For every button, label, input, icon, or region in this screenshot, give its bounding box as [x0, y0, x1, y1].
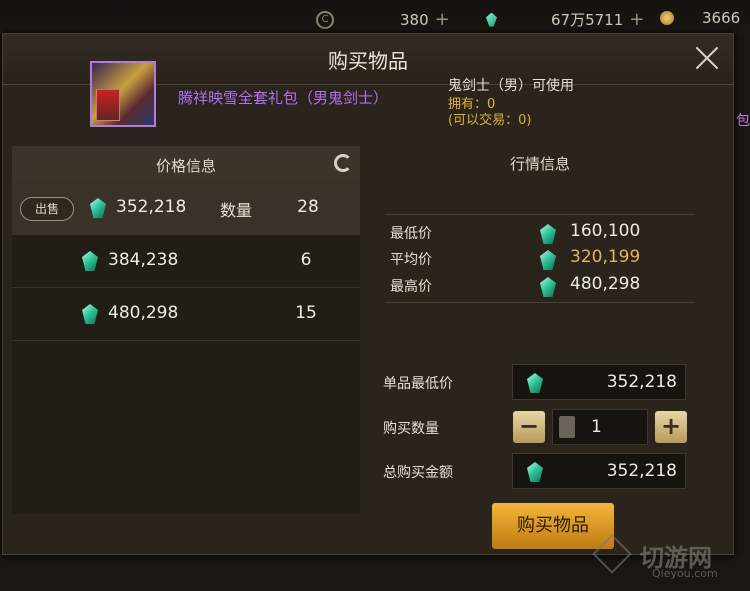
c-coin-icon: C — [316, 10, 334, 29]
buy-item-button[interactable]: 购买物品 — [492, 503, 614, 549]
listing-row[interactable]: 出售 352,218 数量 28 — [12, 182, 360, 235]
avg-price-label: 平均价 — [390, 252, 432, 268]
watermark-subtext: Qieyou.com — [652, 567, 718, 580]
gem-icon — [90, 198, 106, 218]
price-info-header: 价格信息 — [12, 146, 360, 182]
gold-currency: 3666 — [660, 9, 740, 27]
gem-icon — [527, 462, 543, 482]
gem-currency: 67万5711 + — [486, 9, 644, 30]
gold-currency-value: 3666 — [702, 9, 741, 27]
unit-min-price-value: 352,218 — [606, 372, 677, 392]
refresh-icon[interactable] — [334, 154, 352, 172]
total-price-value: 352,218 — [606, 461, 677, 481]
c-currency-value: 380 — [400, 10, 429, 29]
increase-quantity-button[interactable]: + — [655, 411, 687, 443]
add-gem-button[interactable]: + — [629, 9, 644, 30]
total-price-field: 352,218 — [512, 453, 686, 489]
divider — [385, 302, 695, 303]
listing-price: 480,298 — [108, 303, 179, 323]
price-info-title: 价格信息 — [155, 157, 216, 175]
gold-coin-icon — [660, 11, 674, 25]
avg-price-value: 320,199 — [570, 247, 641, 267]
item-name: 腾祥映雪全套礼包（男鬼剑士） — [178, 89, 389, 107]
sell-badge: 出售 — [20, 197, 74, 221]
listing-quantity: 6 — [300, 250, 312, 270]
listing-quantity: 15 — [295, 303, 317, 323]
calculator-icon[interactable] — [559, 416, 575, 438]
listing-price: 384,238 — [108, 250, 179, 270]
decrease-quantity-button[interactable]: − — [513, 411, 545, 443]
c-currency: C 380 + — [316, 9, 450, 30]
add-c-currency-button[interactable]: + — [435, 9, 450, 30]
quantity-input[interactable]: 1 — [552, 409, 648, 445]
unit-min-price-field: 352,218 — [512, 364, 686, 400]
total-price-label: 总购买金额 — [383, 465, 453, 481]
listing-row[interactable]: 480,298 15 — [12, 288, 360, 341]
listing-quantity: 28 — [297, 197, 319, 217]
gem-icon — [486, 12, 497, 27]
unit-min-price-label: 单品最低价 — [383, 376, 453, 392]
gift-box-icon — [96, 89, 120, 121]
max-price-label: 最高价 — [390, 279, 432, 295]
currency-bar: C 380 + 67万5711 + 3666 — [0, 0, 750, 34]
market-info-title: 行情信息 — [509, 155, 570, 173]
close-icon[interactable] — [693, 44, 721, 72]
gem-icon — [82, 251, 98, 271]
item-tradable-count: (可以交易：0) — [448, 113, 532, 128]
max-price-value: 480,298 — [570, 274, 641, 294]
divider — [385, 214, 695, 215]
gem-icon — [82, 304, 98, 324]
price-info-panel: 价格信息 出售 352,218 数量 28 384,238 6 480,298 … — [12, 146, 360, 514]
listing-row[interactable]: 384,238 6 — [12, 235, 360, 288]
gem-currency-value: 67万5711 — [551, 11, 624, 29]
quantity-label: 数量 — [220, 201, 253, 220]
min-price-value: 160,100 — [570, 221, 641, 241]
quantity-value: 1 — [591, 417, 602, 437]
item-usable-class: 鬼剑士（男）可使用 — [448, 78, 574, 94]
background-edge-text: 包 — [736, 113, 750, 129]
min-price-label: 最低价 — [390, 226, 432, 242]
quantity-label: 购买数量 — [383, 421, 439, 437]
gem-icon — [527, 373, 543, 393]
item-icon — [90, 61, 156, 127]
listing-price: 352,218 — [116, 197, 187, 217]
